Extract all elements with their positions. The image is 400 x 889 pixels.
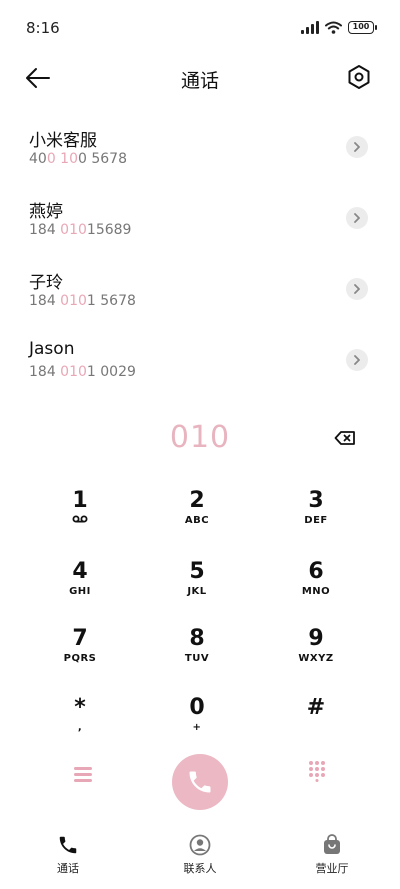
nav-label: 通话 <box>57 862 79 875</box>
shopping-bag-icon <box>324 834 340 854</box>
contact-number: 184 0101 0029 <box>29 364 136 380</box>
key-0[interactable]: 0 + <box>147 695 247 755</box>
chevron-right-icon[interactable] <box>346 349 368 371</box>
contact-icon <box>189 834 211 856</box>
contact-number: 400 100 5678 <box>29 151 127 167</box>
contact-suggestion-list: 小米客服 400 100 5678 燕婷 184 01015689 子玲 184… <box>0 118 400 402</box>
chevron-right-icon[interactable] <box>346 207 368 229</box>
header: 通话 <box>0 56 400 100</box>
menu-icon <box>74 767 92 782</box>
nav-tab-service-hall[interactable]: 营业厅 <box>282 834 382 876</box>
call-button[interactable] <box>172 754 228 810</box>
key-8[interactable]: 8 TUV <box>147 626 247 686</box>
phone-icon <box>59 836 77 854</box>
voicemail-icon <box>72 515 88 523</box>
key-2[interactable]: 2 ABC <box>147 488 247 548</box>
status-icons: 100 <box>301 20 377 34</box>
key-7[interactable]: 7 PQRS <box>30 626 130 686</box>
battery-level: 100 <box>352 22 370 31</box>
signal-icon <box>301 20 319 34</box>
contact-number: 184 0101 5678 <box>29 293 136 309</box>
contact-number: 184 01015689 <box>29 222 132 238</box>
contact-name: 小米客服 <box>29 131 97 151</box>
contact-item[interactable]: 燕婷 184 01015689 <box>0 189 400 260</box>
matched-digits: 010 <box>60 364 87 380</box>
key-1[interactable]: 1 <box>30 488 130 548</box>
battery-icon: 100 <box>348 20 377 34</box>
chevron-right-icon[interactable] <box>346 278 368 300</box>
contact-name: 子玲 <box>29 273 63 293</box>
contact-name: 燕婷 <box>29 202 63 222</box>
key-6[interactable]: 6 MNO <box>266 559 366 619</box>
wifi-icon <box>325 21 342 34</box>
contact-name: Jason <box>29 339 75 359</box>
key-3[interactable]: 3 DEF <box>266 488 366 548</box>
bottom-nav: 通话 联系人 营业厅 <box>0 828 400 889</box>
contact-item[interactable]: Jason 184 0101 0029 <box>0 331 400 402</box>
backspace-icon <box>334 431 355 445</box>
phone-icon <box>189 771 211 793</box>
dial-display: 010 <box>0 420 400 460</box>
nav-label: 营业厅 <box>315 862 349 875</box>
dialer-action-row <box>0 752 400 810</box>
matched-digits: 010 <box>60 293 87 309</box>
status-time: 8:16 <box>26 19 60 37</box>
contact-item[interactable]: 子玲 184 0101 5678 <box>0 260 400 331</box>
backspace-button[interactable] <box>334 430 356 446</box>
chevron-right-icon[interactable] <box>346 136 368 158</box>
matched-digits: 0 10 <box>46 151 78 167</box>
hexagon-settings-icon <box>348 65 370 89</box>
dialpad-toggle-button[interactable] <box>306 760 328 782</box>
nav-label: 联系人 <box>183 862 217 875</box>
key-hash[interactable]: # <box>266 695 366 755</box>
page-title: 通话 <box>180 70 219 92</box>
matched-digits: 010 <box>60 222 87 238</box>
nav-tab-calls[interactable]: 通话 <box>18 834 118 876</box>
key-5[interactable]: 5 JKL <box>147 559 247 619</box>
contact-item[interactable]: 小米客服 400 100 5678 <box>0 118 400 189</box>
key-9[interactable]: 9 WXYZ <box>266 626 366 686</box>
key-star[interactable]: * , <box>30 695 130 755</box>
status-bar: 8:16 100 <box>0 0 400 56</box>
settings-button[interactable] <box>346 64 374 92</box>
menu-button[interactable] <box>72 764 94 786</box>
key-4[interactable]: 4 GHI <box>30 559 130 619</box>
nav-tab-contacts[interactable]: 联系人 <box>150 834 250 876</box>
dialpad-icon <box>309 761 325 782</box>
